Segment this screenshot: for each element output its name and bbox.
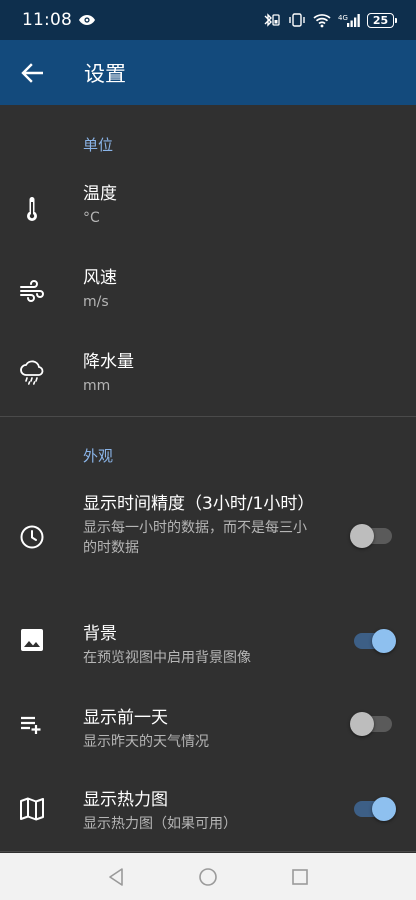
pref-background-subtitle: 在预览视图中启用背景图像 xyxy=(83,650,251,666)
pref-heatmap[interactable]: 显示热力图 显示热力图（如果可用） xyxy=(0,767,416,851)
pref-time-precision[interactable]: 显示时间精度（3小时/1小时） 显示每一小时的数据，而不是每三小的时数据 xyxy=(0,483,416,589)
status-time: 11:08 xyxy=(22,10,72,30)
section-header-units: 单位 xyxy=(83,136,114,154)
status-right: 4G 25 xyxy=(263,12,397,28)
switch-thumb xyxy=(372,797,396,821)
svg-text:4G: 4G xyxy=(338,14,348,22)
pref-previous-day[interactable]: 显示前一天 显示昨天的天气情况 xyxy=(0,683,416,767)
time-precision-switch[interactable] xyxy=(350,524,392,548)
thermometer-icon xyxy=(18,195,46,223)
pref-temperature-title: 温度 xyxy=(83,184,117,204)
square-recents-icon xyxy=(291,868,309,886)
wifi-icon xyxy=(313,13,331,28)
pref-background-title: 背景 xyxy=(83,624,117,644)
section-header-appearance: 外观 xyxy=(83,447,114,465)
system-nav-bar xyxy=(0,853,416,900)
pref-heatmap-title: 显示热力图 xyxy=(83,790,168,810)
pref-wind-speed-title: 风速 xyxy=(83,268,117,288)
pref-background[interactable]: 背景 在预览视图中启用背景图像 xyxy=(0,599,416,683)
back-button[interactable] xyxy=(0,40,64,105)
clock-icon xyxy=(18,523,46,551)
triangle-back-icon xyxy=(107,867,125,887)
pref-heatmap-subtitle: 显示热力图（如果可用） xyxy=(83,816,237,832)
nav-recents-button[interactable] xyxy=(288,865,312,889)
pref-wind-speed-value: m/s xyxy=(83,294,109,310)
pref-previous-day-subtitle: 显示昨天的天气情况 xyxy=(83,734,209,750)
pref-wind-speed[interactable]: 风速 m/s xyxy=(0,251,416,335)
pref-temperature-value: °C xyxy=(83,210,100,226)
signal-icon: 4G xyxy=(338,13,360,28)
cloud-rain-icon xyxy=(18,359,46,387)
circle-home-icon xyxy=(198,867,218,887)
nav-back-button[interactable] xyxy=(104,865,128,889)
pref-precipitation-value: mm xyxy=(83,378,111,394)
pref-time-precision-title: 显示时间精度（3小时/1小时） xyxy=(83,494,315,514)
eye-icon xyxy=(78,14,96,26)
switch-thumb xyxy=(350,712,374,736)
status-left: 11:08 xyxy=(22,10,96,30)
battery-icon: 25 xyxy=(367,12,397,28)
pref-time-precision-subtitle: 显示每一小时的数据，而不是每三小的时数据 xyxy=(83,520,307,556)
pref-precipitation-title: 降水量 xyxy=(83,352,134,372)
status-bar: 11:08 4G 25 xyxy=(0,0,416,40)
settings-list: 单位 温度 °C 风速 m/s 降水量 mm 外观 显示时间精度（3小时/1小时… xyxy=(0,105,416,853)
app-bar: 设置 xyxy=(0,40,416,105)
section-divider xyxy=(0,416,416,417)
pref-precipitation[interactable]: 降水量 mm xyxy=(0,335,416,419)
pref-previous-day-title: 显示前一天 xyxy=(83,708,168,728)
heatmap-switch[interactable] xyxy=(354,797,396,821)
map-icon xyxy=(18,795,46,823)
playlist-add-icon xyxy=(18,710,46,738)
bottom-divider xyxy=(0,851,416,852)
arrow-left-icon xyxy=(21,62,43,83)
switch-thumb xyxy=(372,629,396,653)
wind-icon xyxy=(18,277,46,305)
switch-thumb xyxy=(350,524,374,548)
page-title: 设置 xyxy=(84,61,126,86)
pref-temperature[interactable]: 温度 °C xyxy=(0,167,416,251)
previous-day-switch[interactable] xyxy=(350,712,392,736)
nav-home-button[interactable] xyxy=(196,865,220,889)
vibrate-icon xyxy=(288,12,306,28)
image-icon xyxy=(18,626,46,654)
background-switch[interactable] xyxy=(354,629,396,653)
bluetooth-battery-icon xyxy=(263,12,281,28)
